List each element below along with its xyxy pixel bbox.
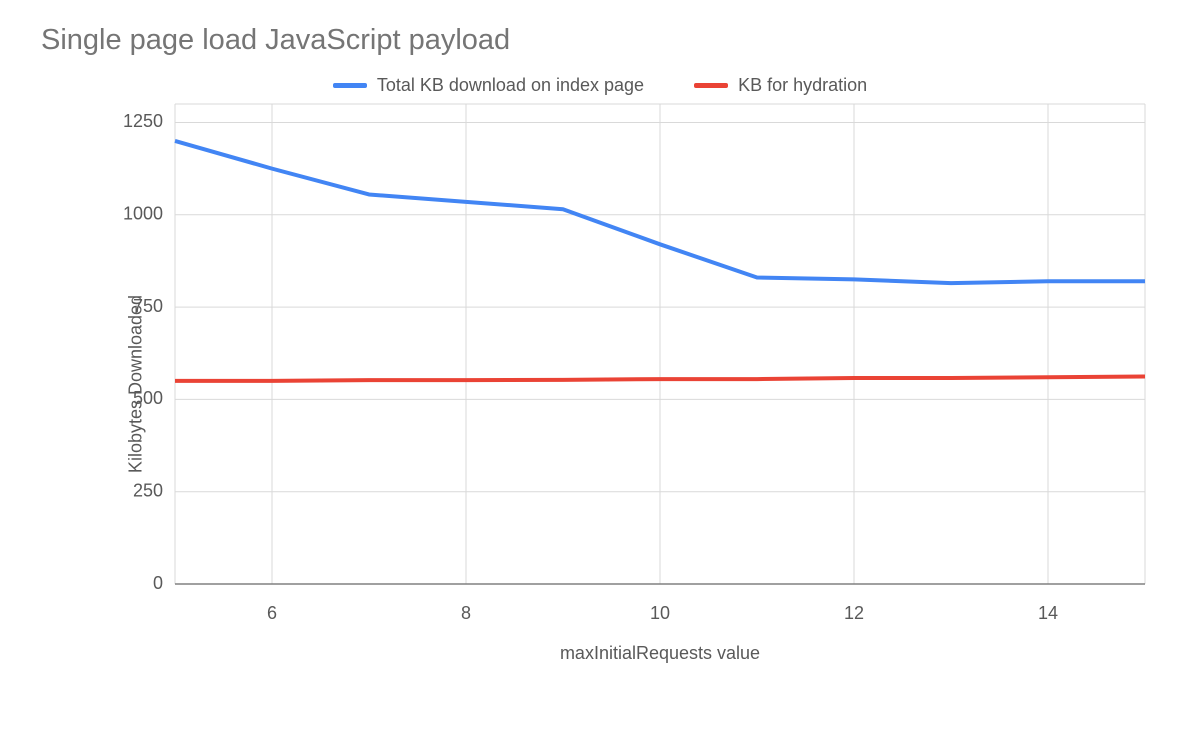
legend-label-hydration: KB for hydration	[738, 75, 867, 96]
legend: Total KB download on index page KB for h…	[35, 75, 1165, 96]
svg-text:1250: 1250	[123, 111, 163, 131]
svg-text:14: 14	[1038, 603, 1058, 623]
svg-text:8: 8	[461, 603, 471, 623]
svg-text:0: 0	[153, 573, 163, 593]
legend-item-hydration: KB for hydration	[694, 75, 867, 96]
legend-swatch-red	[694, 83, 728, 88]
legend-label-total: Total KB download on index page	[377, 75, 644, 96]
series-line-hydration	[175, 376, 1145, 380]
svg-text:12: 12	[844, 603, 864, 623]
y-axis-label: Kilobytes Downloaded	[126, 295, 147, 473]
legend-swatch-blue	[333, 83, 367, 88]
svg-text:500: 500	[133, 388, 163, 408]
chart-title: Single page load JavaScript payload	[41, 24, 1165, 57]
chart-container: Single page load JavaScript payload Tota…	[0, 0, 1200, 742]
svg-text:750: 750	[133, 296, 163, 316]
x-axis-label: maxInitialRequests value	[175, 643, 1145, 664]
svg-text:1000: 1000	[123, 204, 163, 224]
svg-text:10: 10	[650, 603, 670, 623]
chart-svg: 02505007501000125068101214	[175, 104, 1145, 584]
svg-text:250: 250	[133, 480, 163, 500]
legend-item-total: Total KB download on index page	[333, 75, 644, 96]
svg-text:6: 6	[267, 603, 277, 623]
plot-area: 02505007501000125068101214	[175, 104, 1145, 584]
chart-zone: Kilobytes Downloaded 0250500750100012506…	[95, 104, 1165, 664]
